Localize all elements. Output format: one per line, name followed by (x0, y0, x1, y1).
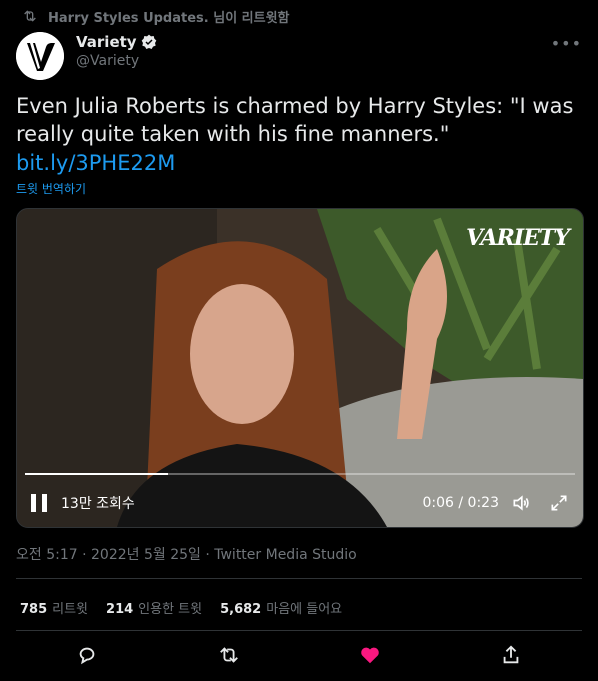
tweet-actions (0, 644, 598, 668)
video-time: 0:06 / 0:23 (422, 495, 500, 511)
tweet-text: Even Julia Roberts is charmed by Harry S… (16, 94, 574, 146)
video-player[interactable]: VARIETY 13만 조회수 0:06 / 0:23 (16, 208, 584, 528)
author-block[interactable]: Variety @Variety (76, 32, 157, 69)
like-icon[interactable] (359, 644, 383, 668)
share-icon[interactable] (500, 644, 524, 668)
verified-badge-icon (141, 34, 156, 49)
tweet-meta: 오전 5:17 · 2022년 5월 25일 · Twitter Media S… (16, 547, 357, 563)
video-progress-bar[interactable] (25, 473, 575, 475)
more-options-icon[interactable]: ••• (551, 34, 582, 53)
video-watermark: VARIETY (466, 225, 570, 251)
reply-icon[interactable] (76, 644, 100, 668)
tweet-stats: 785 리트윗 214 인용한 트윗 5,682 마음에 들어요 (20, 598, 360, 617)
tweet-link[interactable]: bit.ly/3PHE22M (16, 149, 175, 177)
author-name-row: Variety (76, 32, 157, 52)
pause-icon[interactable] (31, 494, 47, 512)
retweet-stat[interactable]: 785 리트윗 (20, 598, 88, 617)
divider (16, 578, 582, 579)
retweet-icon[interactable] (218, 644, 242, 668)
author-handle: @Variety (76, 53, 140, 69)
expand-icon[interactable] (549, 493, 569, 513)
avatar[interactable] (16, 32, 64, 80)
retweet-icon (24, 10, 36, 22)
translate-tweet-link[interactable]: 트윗 번역하기 (16, 180, 86, 197)
quote-count: 214 (106, 602, 134, 617)
retweet-context[interactable]: Harry Styles Updates. 님이 리트윗함 (22, 6, 290, 26)
like-stat[interactable]: 5,682 마음에 들어요 (220, 598, 342, 617)
retweet-count: 785 (20, 602, 48, 617)
variety-logo-icon (16, 32, 64, 80)
volume-icon[interactable] (511, 493, 531, 513)
quote-stat[interactable]: 214 인용한 트윗 (106, 598, 202, 617)
divider (16, 630, 582, 631)
retweet-label: 리트윗 (52, 602, 89, 617)
video-controls: 13만 조회수 0:06 / 0:23 (17, 479, 583, 527)
like-label: 마음에 들어요 (266, 602, 343, 617)
video-view-count: 13만 조회수 (61, 496, 135, 512)
video-progress-fill (25, 473, 168, 475)
retweet-text: Harry Styles Updates. 님이 리트윗함 (48, 10, 290, 26)
like-count: 5,682 (220, 602, 262, 617)
author-name: Variety (76, 33, 137, 51)
quote-label: 인용한 트윗 (138, 602, 203, 617)
